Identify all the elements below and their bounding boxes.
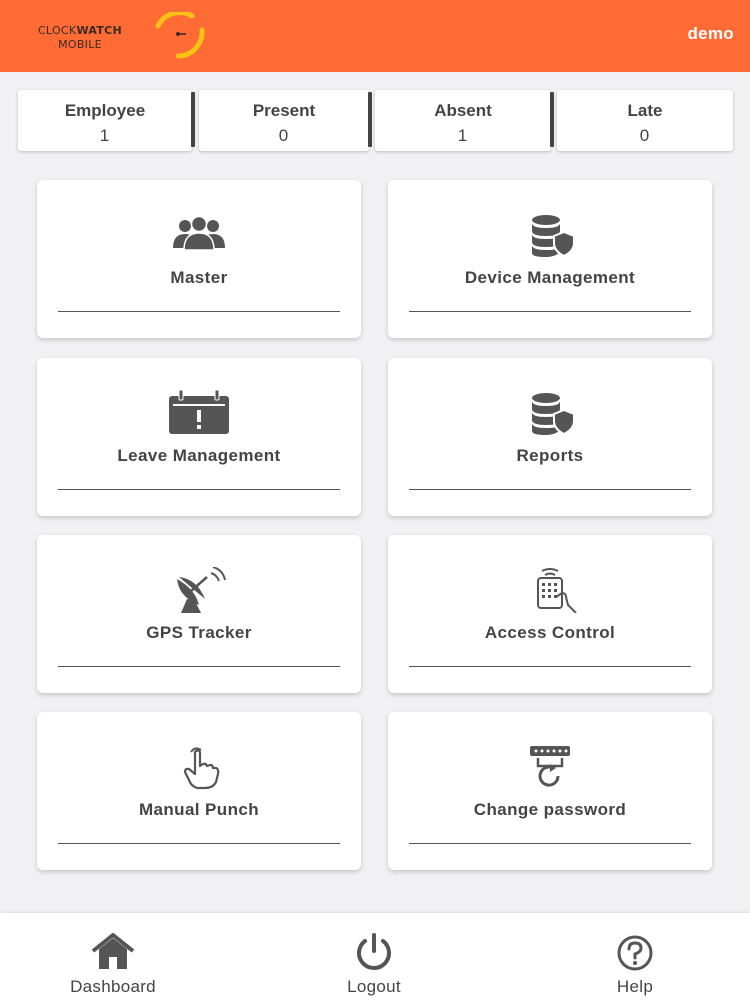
stat-divider <box>191 92 195 147</box>
card-divider <box>409 489 691 490</box>
nav-help[interactable]: Help <box>555 913 715 1000</box>
stat-label: Late <box>627 101 663 120</box>
stat-label: Present <box>252 101 316 120</box>
satellite-dish-icon <box>177 567 226 613</box>
card-divider <box>58 311 340 312</box>
nav-label: Help <box>616 977 654 996</box>
username-label[interactable]: demo <box>687 24 734 44</box>
card-label: Leave Management <box>117 446 281 465</box>
card-label: Manual Punch <box>138 800 260 819</box>
stat-present[interactable]: Present 0 <box>199 90 372 151</box>
stat-employee[interactable]: Employee 1 <box>18 90 195 151</box>
password-reset-icon <box>530 746 570 787</box>
stat-absent[interactable]: Absent 1 <box>375 90 554 151</box>
card-divider <box>58 489 340 490</box>
database-shield-icon <box>532 215 575 258</box>
keypad-hand-icon <box>537 568 577 613</box>
card-label: Reports <box>516 446 584 465</box>
card-device-management[interactable]: Device Management <box>388 180 712 338</box>
card-label: Access Control <box>484 623 616 642</box>
help-circle-icon <box>617 935 653 971</box>
card-divider <box>409 843 691 844</box>
bottom-nav: Dashboard Logout Help <box>0 913 750 1000</box>
card-divider <box>58 843 340 844</box>
logo-text: CLOCKWATCH MOBILE <box>28 24 132 52</box>
card-manual-punch[interactable]: Manual Punch <box>37 712 361 870</box>
calendar-alert-icon <box>169 390 229 434</box>
stat-late[interactable]: Late 0 <box>557 90 733 151</box>
nav-label: Logout <box>347 977 401 996</box>
logo-text-mobile: MOBILE <box>58 38 102 51</box>
card-gps-tracker[interactable]: GPS Tracker <box>37 535 361 693</box>
card-divider <box>409 311 691 312</box>
nav-logout[interactable]: Logout <box>294 913 454 1000</box>
logo-text-watch: WATCH <box>76 24 123 37</box>
stat-value: 1 <box>457 126 469 145</box>
stats-bar: Employee 1 Present 0 Absent 1 Late 0 <box>18 90 733 151</box>
power-icon <box>357 933 391 970</box>
home-icon <box>91 933 135 969</box>
card-label: Change password <box>473 800 627 819</box>
card-leave-management[interactable]: Leave Management <box>37 358 361 516</box>
nav-dashboard[interactable]: Dashboard <box>33 913 193 1000</box>
users-group-icon <box>173 215 225 251</box>
card-change-password[interactable]: Change password <box>388 712 712 870</box>
clock-logo-icon <box>155 12 205 59</box>
logo-text-clock: CLOCK <box>37 24 77 37</box>
stat-label: Employee <box>64 101 146 120</box>
card-reports[interactable]: Reports <box>388 358 712 516</box>
card-label: Device Management <box>464 268 636 287</box>
app-logo: CLOCKWATCH MOBILE <box>28 12 218 60</box>
database-shield-icon <box>532 393 575 436</box>
hand-touch-icon <box>183 747 220 790</box>
stat-value: 0 <box>639 126 651 145</box>
app-header: CLOCKWATCH MOBILE demo <box>0 0 750 72</box>
stat-divider <box>550 92 554 147</box>
stat-label: Absent <box>434 101 492 120</box>
stat-value: 0 <box>278 126 290 145</box>
nav-label: Dashboard <box>70 977 156 996</box>
card-divider <box>58 666 340 667</box>
card-divider <box>409 666 691 667</box>
stat-value: 1 <box>99 126 111 145</box>
card-master[interactable]: Master <box>37 180 361 338</box>
card-label: Master <box>170 268 228 287</box>
card-access-control[interactable]: Access Control <box>388 535 712 693</box>
card-label: GPS Tracker <box>146 623 252 642</box>
stat-divider <box>368 92 372 147</box>
